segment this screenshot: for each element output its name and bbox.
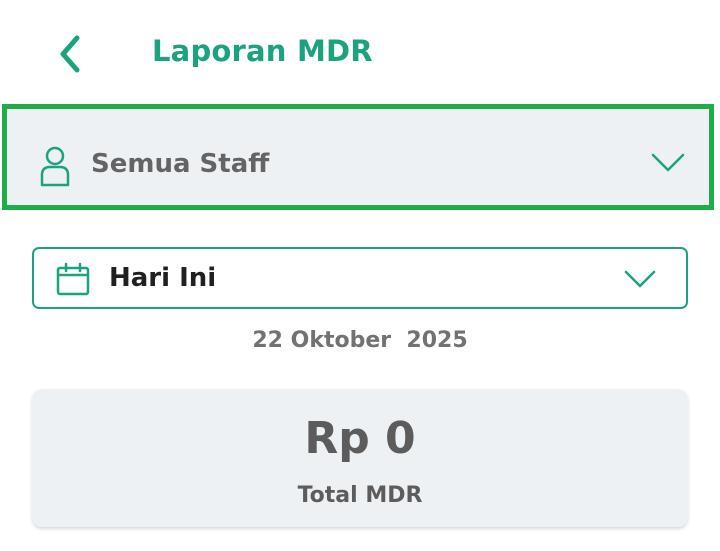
staff-filter-value: Semua Staff xyxy=(91,149,270,179)
calendar-icon xyxy=(56,262,90,296)
app-header: Laporan MDR xyxy=(0,0,720,106)
page-title: Laporan MDR xyxy=(152,34,373,68)
chevron-left-icon xyxy=(60,35,80,73)
chevron-down-icon xyxy=(624,270,656,288)
mdr-report-screen: Laporan MDR Semua Staff Hari Ini 22 Okto… xyxy=(0,0,720,551)
chevron-down-icon xyxy=(651,153,685,172)
back-button[interactable] xyxy=(46,30,94,78)
period-filter-dropdown[interactable]: Hari Ini xyxy=(32,247,688,309)
person-icon xyxy=(40,146,70,187)
period-filter-value: Hari Ini xyxy=(109,263,217,293)
mdr-summary-card: Rp 0 Total MDR xyxy=(32,389,688,527)
staff-filter-dropdown[interactable]: Semua Staff xyxy=(2,104,714,210)
total-mdr-label: Total MDR xyxy=(297,483,423,508)
selected-date: 22 Oktober 2025 xyxy=(252,328,468,353)
total-mdr-amount: Rp 0 xyxy=(304,413,416,464)
